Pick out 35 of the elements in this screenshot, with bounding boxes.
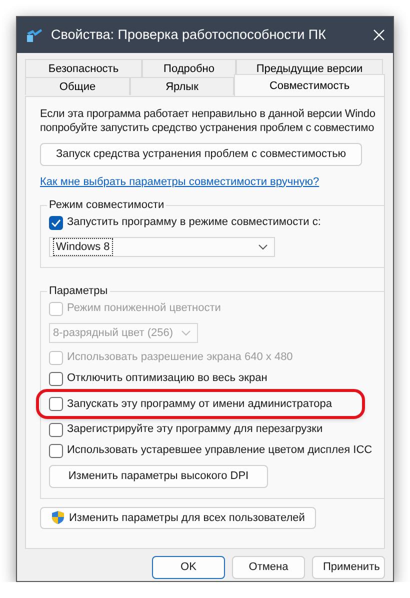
description-text: попробуйте запустить средство устранения проблем с совместимо — [40, 121, 376, 135]
chevron-icon — [258, 244, 268, 250]
dialog-button[interactable]: Отмена — [232, 556, 305, 578]
group-title: Параметры — [48, 284, 109, 298]
os-dropdown[interactable]: Windows 8 — [49, 237, 275, 257]
checkbox[interactable] — [49, 397, 63, 411]
checkbox-label: Зарегистрируйте эту программу для перезагрузки — [67, 422, 323, 438]
description-text: Если эта программа работает неправильно в данной версии Windo — [40, 107, 376, 121]
shortcut-icon — [25, 27, 43, 43]
chevron-icon — [181, 330, 191, 336]
checkbox[interactable] — [49, 372, 63, 386]
troubleshooter-button[interactable]: Запуск средства устранения проблем с совместимостью — [40, 143, 362, 166]
tab[interactable]: Безопасность — [25, 59, 142, 77]
checkbox-label: Запустить программу в режиме совместимости с: — [67, 215, 321, 230]
dpi-button[interactable]: Изменить параметры высокого DPI — [49, 465, 268, 488]
tab[interactable]: Ярлык — [130, 77, 234, 95]
checkbox[interactable] — [49, 444, 63, 458]
help-link[interactable]: Как мне выбрать параметры совместимости вручную? — [40, 176, 320, 188]
tab[interactable]: Общие — [25, 77, 130, 95]
dialog-button[interactable]: Применить — [312, 556, 385, 578]
checkbox-label: Отключить оптимизацию во весь экран — [67, 371, 268, 386]
group-title: Режим совместимости — [48, 198, 166, 212]
shield-icon — [51, 510, 65, 526]
checkbox-label: Режим пониженной цветности — [67, 301, 221, 316]
tab[interactable]: Подробно — [142, 59, 236, 77]
checkbox-label: Использовать устаревшее управление цветом дисплея ICC — [67, 443, 372, 458]
window-title: Свойства: Проверка работоспособности ПК — [51, 26, 327, 44]
close-icon[interactable] — [373, 29, 385, 41]
all-users-button[interactable]: Изменить параметры для всех пользователей — [40, 506, 316, 529]
checkbox[interactable] — [49, 216, 63, 230]
checkbox[interactable] — [49, 422, 63, 436]
checkbox-label: Использовать разрешение экрана 640 x 480 — [67, 350, 293, 366]
checkbox-label: Запускать эту программу от имени администратора — [67, 396, 332, 412]
dialog-button[interactable]: OK — [152, 556, 225, 578]
tab[interactable]: Совместимость — [234, 74, 385, 96]
